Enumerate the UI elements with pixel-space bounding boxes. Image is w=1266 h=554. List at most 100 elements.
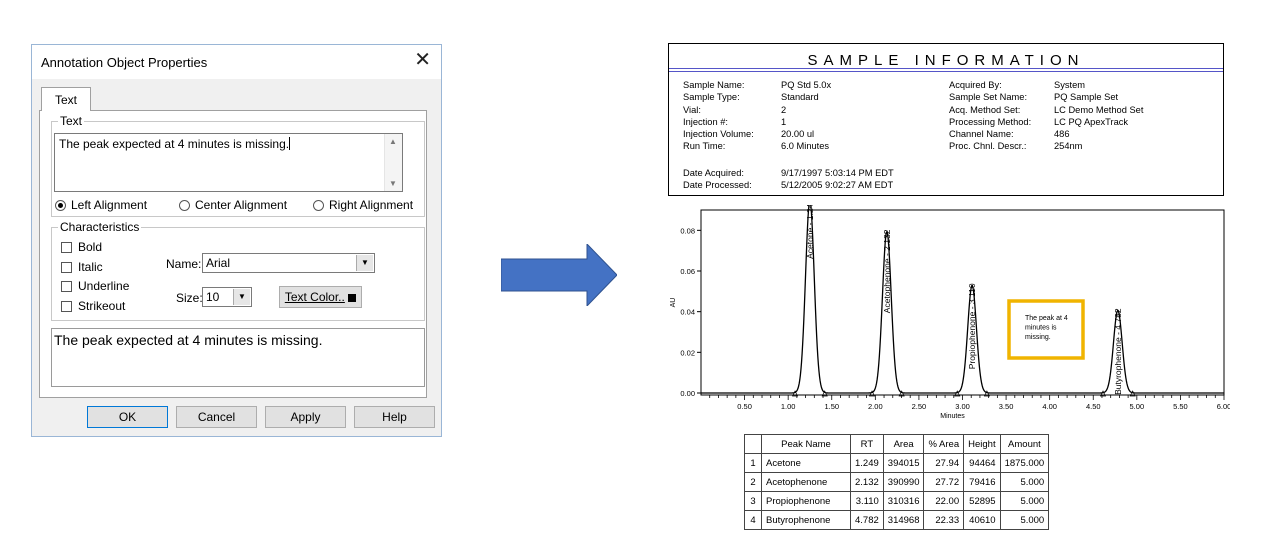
annotation-text-input[interactable]: The peak expected at 4 minutes is missin… <box>54 133 403 192</box>
info-label: Sample Type: <box>683 92 740 103</box>
left-alignment-radio[interactable]: Left Alignment <box>55 198 147 212</box>
table-cell: 94464 <box>963 453 1001 473</box>
scroll-up-icon[interactable]: ▲ <box>389 137 397 146</box>
italic-checkbox[interactable]: Italic <box>61 260 103 274</box>
x-tick-label: 1.50 <box>824 402 839 411</box>
info-value: 9/17/1997 5:03:14 PM EDT <box>781 168 894 178</box>
chevron-down-icon[interactable]: ▼ <box>356 255 373 271</box>
info-label: Date Processed: <box>683 180 752 191</box>
annotation-text: minutes is <box>1025 325 1057 332</box>
right-alignment-label: Right Alignment <box>329 198 414 212</box>
help-button[interactable]: Help <box>354 406 435 428</box>
close-icon[interactable]: ✕ <box>414 50 431 70</box>
peak-table: Peak Name RT Area % Area Height Amount 1… <box>744 434 1050 530</box>
left-values: PQ Std 5.0x Standard 2 1 20.00 ul 6.0 Mi… <box>781 79 831 153</box>
column-header: Amount <box>999 434 1050 454</box>
table-cell: 390990 <box>882 472 925 492</box>
info-label: Vial: <box>683 104 701 115</box>
info-value: PQ Sample Set <box>1054 92 1119 103</box>
font-size-select[interactable]: 10 ▼ <box>202 287 252 307</box>
info-value: 254nm <box>1054 141 1083 152</box>
info-value: System <box>1054 80 1085 90</box>
y-tick-label: 0.08 <box>680 226 695 235</box>
x-axis-label: Minutes <box>940 413 965 420</box>
scroll-down-icon[interactable]: ▼ <box>389 179 397 188</box>
sample-information-panel: SAMPLE INFORMATION Sample Name: Sample T… <box>668 43 1224 196</box>
ok-button[interactable]: OK <box>87 406 168 428</box>
right-values: System PQ Sample Set LC Demo Method Set … <box>1054 79 1143 153</box>
center-alignment-radio[interactable]: Center Alignment <box>179 198 287 212</box>
font-size-value: 10 <box>206 290 220 304</box>
info-value: 5/12/2005 9:02:27 AM EDT <box>781 180 894 191</box>
plot-frame <box>700 209 1225 396</box>
italic-label: Italic <box>78 260 103 274</box>
annotation-text-value: The peak expected at 4 minutes is missin… <box>59 137 290 151</box>
table-cell: 314968 <box>882 510 925 530</box>
info-label: Channel Name: <box>949 129 1014 140</box>
dialog-titlebar: Annotation Object Properties ✕ <box>32 45 441 79</box>
checkbox-icon <box>61 300 72 312</box>
info-label: Run Time: <box>683 141 726 152</box>
x-tick-label: 4.50 <box>1086 402 1101 411</box>
bold-label: Bold <box>78 240 103 254</box>
right-labels: Acquired By: Sample Set Name: Acq. Metho… <box>949 79 1031 153</box>
signal-trace <box>701 205 1224 394</box>
annotation-text: The peak at 4 <box>1025 315 1068 322</box>
column-header: % Area <box>923 434 965 454</box>
y-tick-label: 0.02 <box>680 348 695 357</box>
table-cell: Propiophenone <box>761 491 851 511</box>
x-tick-label: 3.00 <box>955 402 970 411</box>
right-arrow-icon <box>501 244 617 306</box>
checkbox-icon <box>61 261 72 273</box>
underline-label: Underline <box>78 279 130 293</box>
table-cell: 1.249 <box>850 453 884 473</box>
right-alignment-radio[interactable]: Right Alignment <box>313 198 413 212</box>
font-name-label: Name: <box>166 257 202 271</box>
info-label: Injection Volume: <box>683 129 754 140</box>
column-header: Area <box>882 434 925 454</box>
table-cell: 5.000 <box>999 510 1050 530</box>
table-cell: Acetophenone <box>761 472 851 492</box>
textarea-scrollbar[interactable]: ▲ ▼ <box>384 134 402 191</box>
text-caret <box>289 137 291 150</box>
font-name-select[interactable]: Arial ▼ <box>202 253 375 273</box>
table-cell: 394015 <box>882 453 925 473</box>
left-alignment-label: Left Alignment <box>71 198 148 212</box>
x-tick-label: 4.00 <box>1042 402 1057 411</box>
cancel-button[interactable]: Cancel <box>176 406 257 428</box>
bold-checkbox[interactable]: Bold <box>61 240 102 254</box>
tab-text[interactable]: Text <box>41 87 91 111</box>
text-color-button[interactable]: Text Color.. <box>279 286 362 308</box>
table-cell: 1875.000 <box>999 453 1050 473</box>
chevron-down-icon[interactable]: ▼ <box>233 289 250 305</box>
table-cell: 40610 <box>963 510 1001 530</box>
table-row: 2 Acetophenone 2.132 390990 27.72 79416 … <box>744 472 1050 492</box>
info-label: Sample Name: <box>683 80 745 90</box>
peak-label: Acetophenone - 2.132 <box>882 229 892 313</box>
radio-icon <box>313 199 324 211</box>
table-cell: 52895 <box>963 491 1001 511</box>
apply-button[interactable]: Apply <box>265 406 346 428</box>
x-tick-label: 5.50 <box>1173 402 1188 411</box>
text-preview: The peak expected at 4 minutes is missin… <box>51 328 425 387</box>
x-tick-label: 1.00 <box>781 402 796 411</box>
peak-label: Butyrophenone - 4.782 <box>1113 308 1123 395</box>
date-labels: Date Acquired: Date Processed: <box>683 167 752 192</box>
info-value: 2 <box>781 104 787 115</box>
info-value: Standard <box>781 92 819 103</box>
left-labels: Sample Name: Sample Type: Vial: Injectio… <box>683 79 754 153</box>
chromatogram-chart: 0.00 0.02 0.04 0.06 0.08 0.50 1.00 1.50 2.00 2.50… <box>670 205 1230 420</box>
dialog-title: Annotation Object Properties <box>41 55 208 70</box>
table-cell: 3 <box>744 491 762 511</box>
y-tick-label: 0.00 <box>680 389 695 398</box>
x-tick-label: 2.50 <box>912 402 927 411</box>
info-value: PQ Std 5.0x <box>781 80 832 90</box>
underline-checkbox[interactable]: Underline <box>61 279 129 293</box>
y-tick-label: 0.06 <box>680 267 695 276</box>
characteristics-group-label: Characteristics <box>58 220 142 234</box>
x-tick-label: 0.50 <box>737 402 752 411</box>
table-header-row: Peak Name RT Area % Area Height Amount <box>744 434 1050 454</box>
strikeout-checkbox[interactable]: Strikeout <box>61 299 125 313</box>
info-value: 1 <box>781 116 787 127</box>
column-header <box>744 434 762 454</box>
